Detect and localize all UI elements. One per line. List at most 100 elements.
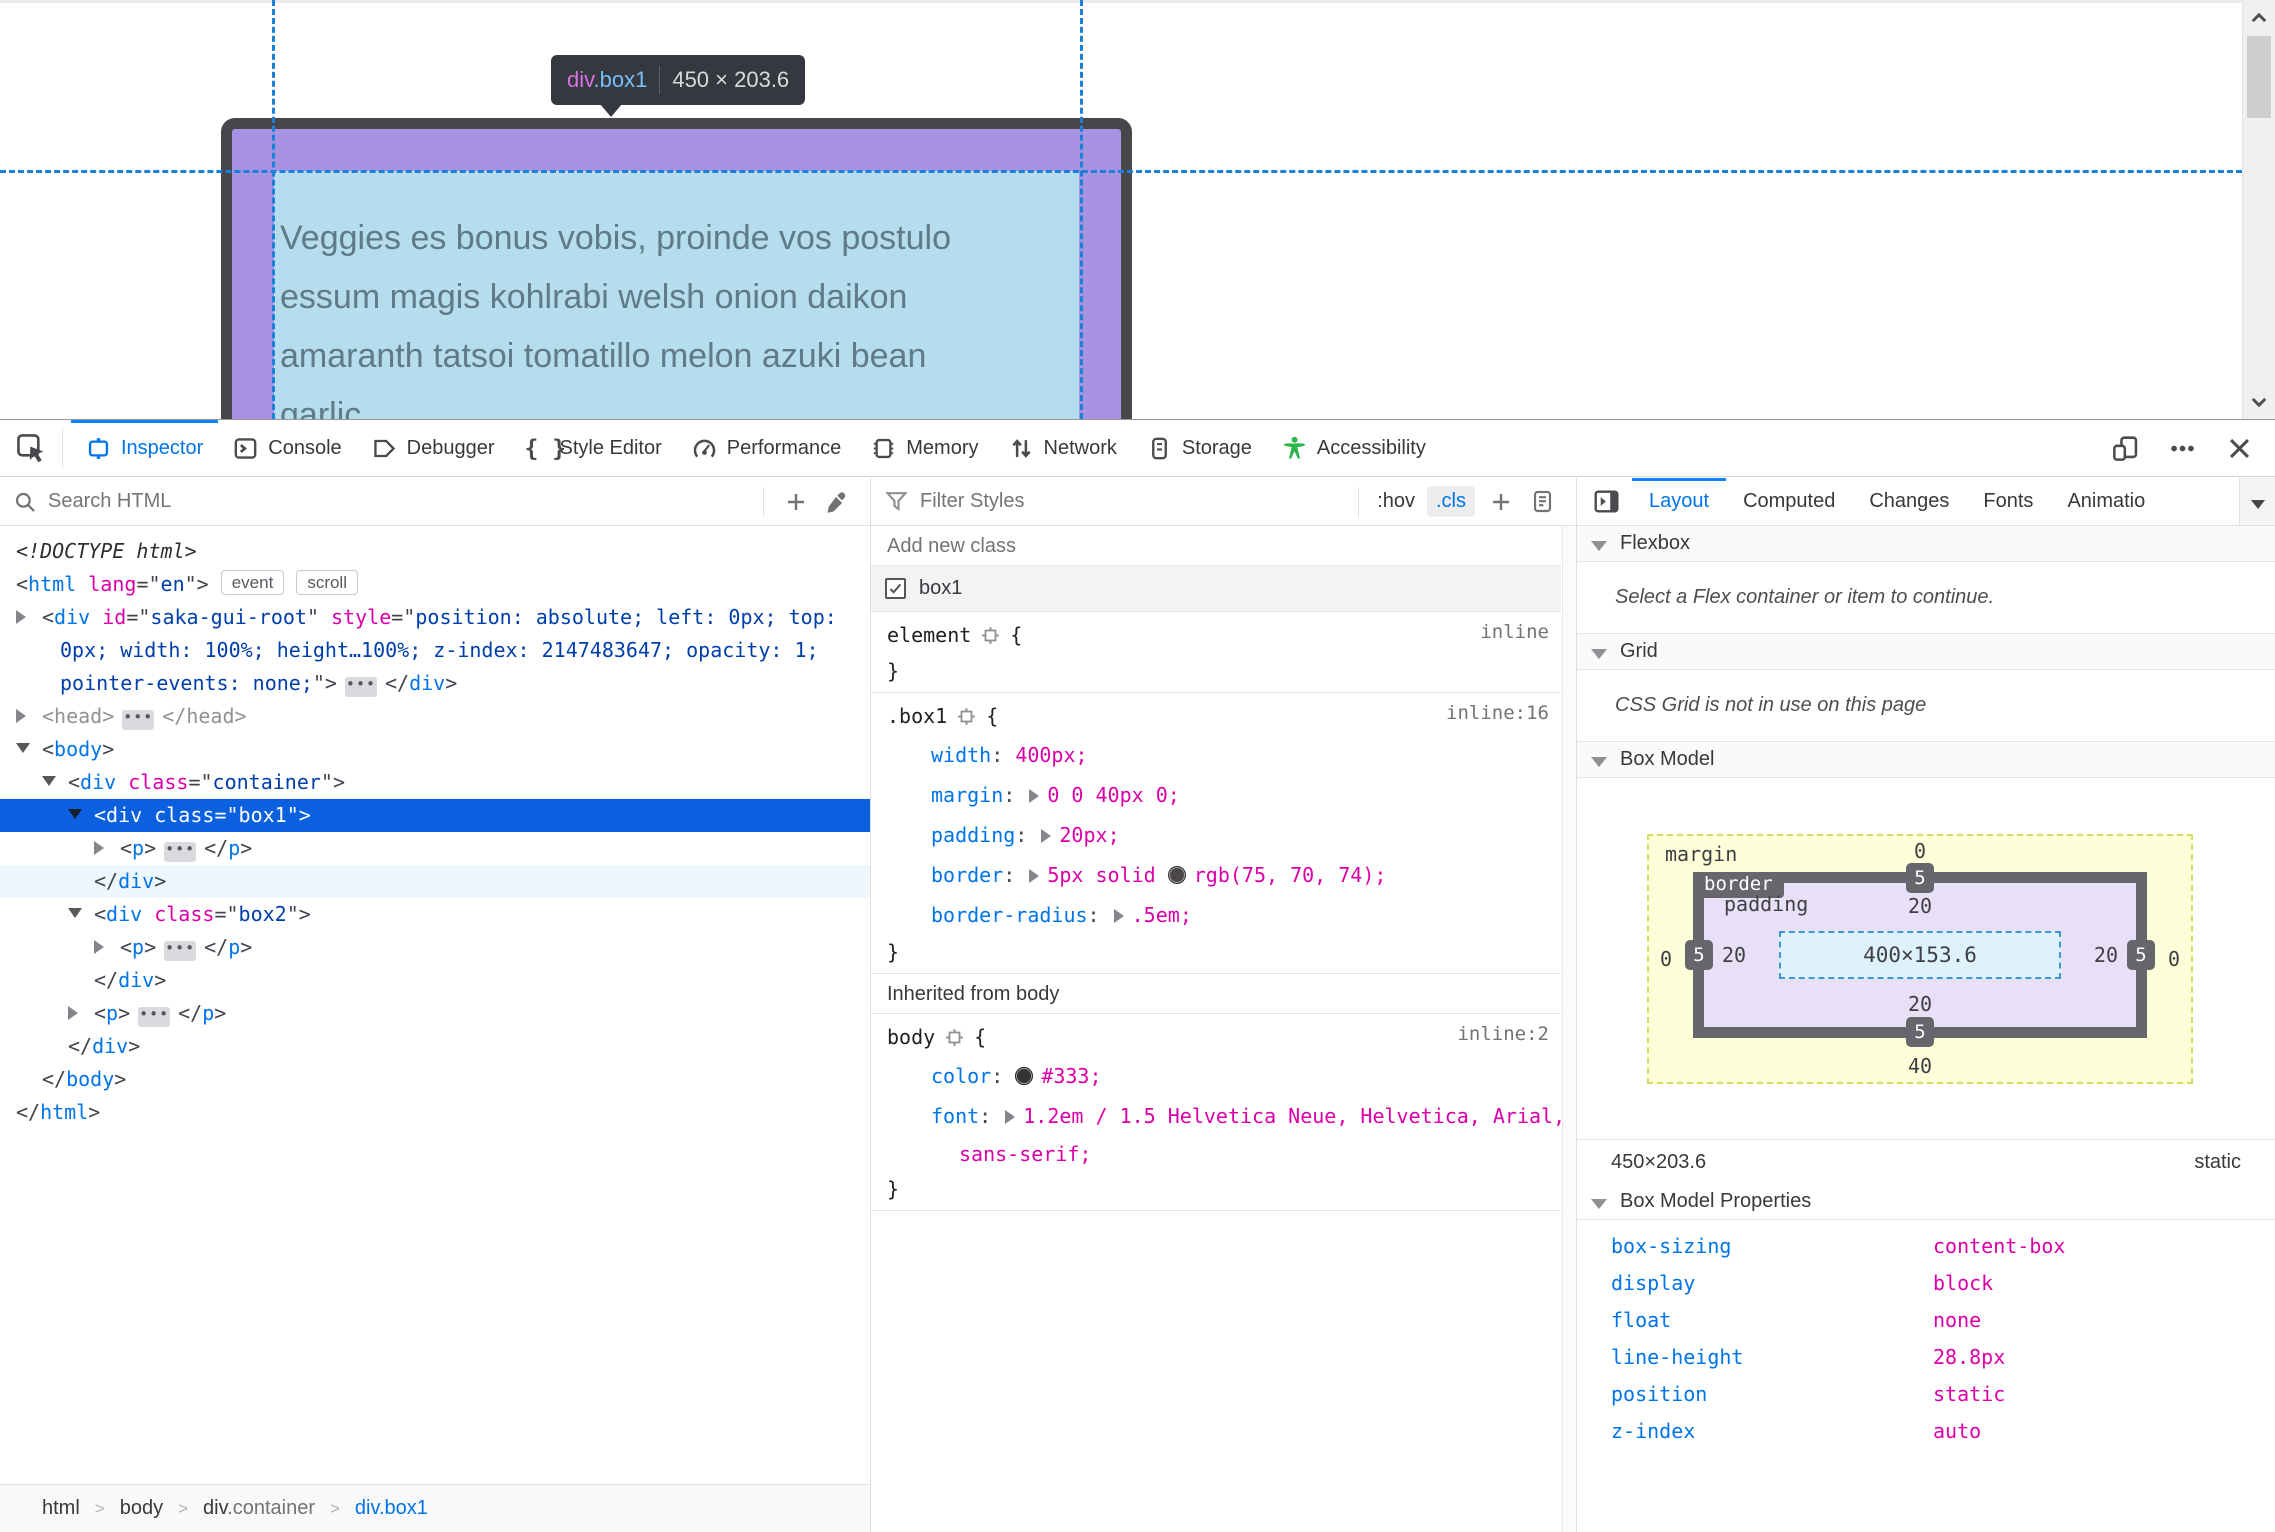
tree-node[interactable]: pointer-events: none;"> </div>	[0, 667, 870, 700]
collapsed-ellipsis-button[interactable]	[164, 842, 197, 862]
close-icon[interactable]	[2226, 435, 2253, 462]
css-declaration[interactable]: padding: 20px;	[871, 815, 1561, 855]
checkbox-checked-icon[interactable]	[885, 578, 906, 599]
filter-styles-input[interactable]	[918, 489, 1347, 514]
property-value[interactable]: 5px solid	[1047, 863, 1167, 887]
expand-twisty-icon[interactable]	[1029, 789, 1040, 803]
breadcrumb-item[interactable]: html	[42, 1497, 80, 1520]
expand-twisty-icon[interactable]	[1041, 829, 1052, 843]
scroll-down-arrow-icon[interactable]	[2249, 392, 2269, 412]
collapsed-ellipsis-button[interactable]	[164, 941, 197, 961]
tree-node[interactable]: 0px; width: 100%; height…100%; z-index: …	[0, 634, 870, 667]
color-swatch[interactable]	[1015, 1067, 1034, 1085]
tree-node[interactable]: </div>	[0, 1030, 870, 1063]
expand-twisty-icon[interactable]	[1005, 1110, 1016, 1124]
tree-node[interactable]: <html lang="en"> event scroll	[0, 568, 870, 601]
property-value[interactable]: rgb(75, 70, 74)	[1194, 863, 1375, 887]
property-name[interactable]: padding	[931, 823, 1015, 847]
padding-top-value[interactable]: 20	[1908, 894, 1932, 918]
sidebar-tab-changes[interactable]: Changes	[1852, 478, 1966, 525]
expand-twisty-icon[interactable]	[1029, 869, 1040, 883]
twisty-icon[interactable]	[68, 809, 82, 819]
color-swatch[interactable]	[1167, 866, 1186, 884]
tree-node[interactable]: <div class="box2">	[0, 898, 870, 931]
box-model-content-box[interactable]: 400×153.6	[1779, 931, 2061, 979]
border-bottom-value[interactable]: 5	[1906, 1017, 1934, 1047]
scroll-up-arrow-icon[interactable]	[2249, 8, 2269, 28]
property-value[interactable]: .5em	[1132, 903, 1180, 927]
box-model-properties-header[interactable]: Box Model Properties	[1577, 1184, 2275, 1220]
tab-accessibility[interactable]: Accessibility	[1267, 420, 1441, 476]
box-model-margin-box[interactable]: margin 0 40 0 0 border 5 5 5 5 padding 2…	[1647, 834, 2193, 1084]
tab-console[interactable]: Console	[218, 420, 356, 476]
highlight-selector-icon[interactable]	[945, 1022, 964, 1046]
tree-node[interactable]: <!DOCTYPE html>	[0, 535, 870, 568]
property-value[interactable]: 400px	[1015, 743, 1075, 767]
border-left-value[interactable]: 5	[1685, 940, 1713, 970]
padding-right-value[interactable]: 20	[2094, 943, 2118, 967]
property-value[interactable]: 1.2em / 1.5 Helvetica Neue, Helvetica, A…	[1023, 1104, 1561, 1128]
property-name[interactable]: margin	[931, 783, 1003, 807]
sidebar-tab-computed[interactable]: Computed	[1726, 478, 1852, 525]
twisty-icon[interactable]	[16, 743, 30, 753]
flexbox-section-header[interactable]: Flexbox	[1577, 526, 2275, 562]
sidebar-tab-animations[interactable]: Animatio	[2050, 478, 2162, 525]
tab-performance[interactable]: Performance	[677, 420, 857, 476]
responsive-design-mode-icon[interactable]	[2112, 435, 2139, 462]
tree-node[interactable]: <p></p>	[0, 997, 870, 1030]
tree-node[interactable]: <p></p>	[0, 931, 870, 964]
twisty-icon[interactable]	[42, 776, 56, 786]
scrollbar-thumb[interactable]	[2247, 36, 2271, 118]
tree-node[interactable]: <div class="container">	[0, 766, 870, 799]
padding-left-value[interactable]: 20	[1722, 943, 1746, 967]
rule-selector[interactable]: element	[887, 623, 971, 647]
tab-styleeditor[interactable]: { } Style Editor	[510, 420, 677, 476]
twisty-icon[interactable]	[16, 610, 26, 624]
property-value[interactable]: 0 0 40px 0	[1047, 783, 1167, 807]
margin-left-value[interactable]: 0	[1660, 947, 1672, 971]
eyedropper-icon[interactable]	[826, 491, 848, 513]
collapsed-ellipsis-button[interactable]	[344, 677, 377, 697]
add-node-icon[interactable]	[785, 491, 807, 513]
property-name[interactable]: color	[931, 1064, 991, 1088]
css-declaration[interactable]: margin: 0 0 40px 0;	[871, 775, 1561, 815]
all-tabs-dropdown[interactable]	[2239, 478, 2275, 525]
breadcrumb-item[interactable]: body	[120, 1497, 163, 1520]
tree-node[interactable]: </div>	[0, 964, 870, 997]
rule-selector[interactable]: body	[887, 1025, 935, 1049]
twisty-icon[interactable]	[68, 908, 82, 918]
print-simulation-icon[interactable]	[1531, 489, 1554, 514]
collapsed-ellipsis-button[interactable]	[122, 710, 155, 730]
margin-right-value[interactable]: 0	[2168, 947, 2180, 971]
add-rule-icon[interactable]	[1490, 491, 1512, 513]
box-model-border-box[interactable]: border 5 5 5 5 padding 20 20 20 20 400×1…	[1685, 863, 2155, 1047]
sidebar-tab-fonts[interactable]: Fonts	[1966, 478, 2050, 525]
margin-top-value[interactable]: 0	[1914, 839, 1926, 863]
property-name[interactable]: font	[931, 1104, 979, 1128]
property-name[interactable]: border	[931, 863, 1003, 887]
rule-selector[interactable]: .box1	[887, 704, 947, 728]
tree-node[interactable]: </div>	[0, 865, 870, 898]
twisty-icon[interactable]	[94, 841, 104, 855]
add-new-class-row[interactable]: Add new class	[871, 526, 1561, 566]
expand-sidebar-icon[interactable]	[1593, 488, 1620, 515]
css-declaration[interactable]: color: #333;	[871, 1056, 1561, 1096]
stylesheet-link[interactable]: inline:16	[1446, 702, 1549, 724]
tab-network[interactable]: Network	[994, 420, 1132, 476]
twisty-icon[interactable]	[68, 1006, 78, 1020]
class-toggle[interactable]: .cls	[1427, 486, 1475, 517]
property-value[interactable]: #333	[1041, 1064, 1089, 1088]
padding-bottom-value[interactable]: 20	[1908, 992, 1932, 1016]
expand-twisty-icon[interactable]	[1113, 909, 1124, 923]
css-declaration[interactable]: border-radius: .5em;	[871, 895, 1561, 935]
css-declaration[interactable]: width: 400px;	[871, 735, 1561, 775]
tree-node[interactable]: </body>	[0, 1063, 870, 1096]
twisty-icon[interactable]	[16, 709, 26, 723]
badge-event[interactable]: event	[220, 570, 285, 595]
search-html-input[interactable]	[46, 489, 751, 514]
collapsed-ellipsis-button[interactable]	[138, 1007, 171, 1027]
stylesheet-link[interactable]: inline	[1480, 621, 1549, 643]
tree-node[interactable]: <p></p>	[0, 832, 870, 865]
border-right-value[interactable]: 5	[2127, 940, 2155, 970]
property-name[interactable]: width	[931, 743, 991, 767]
